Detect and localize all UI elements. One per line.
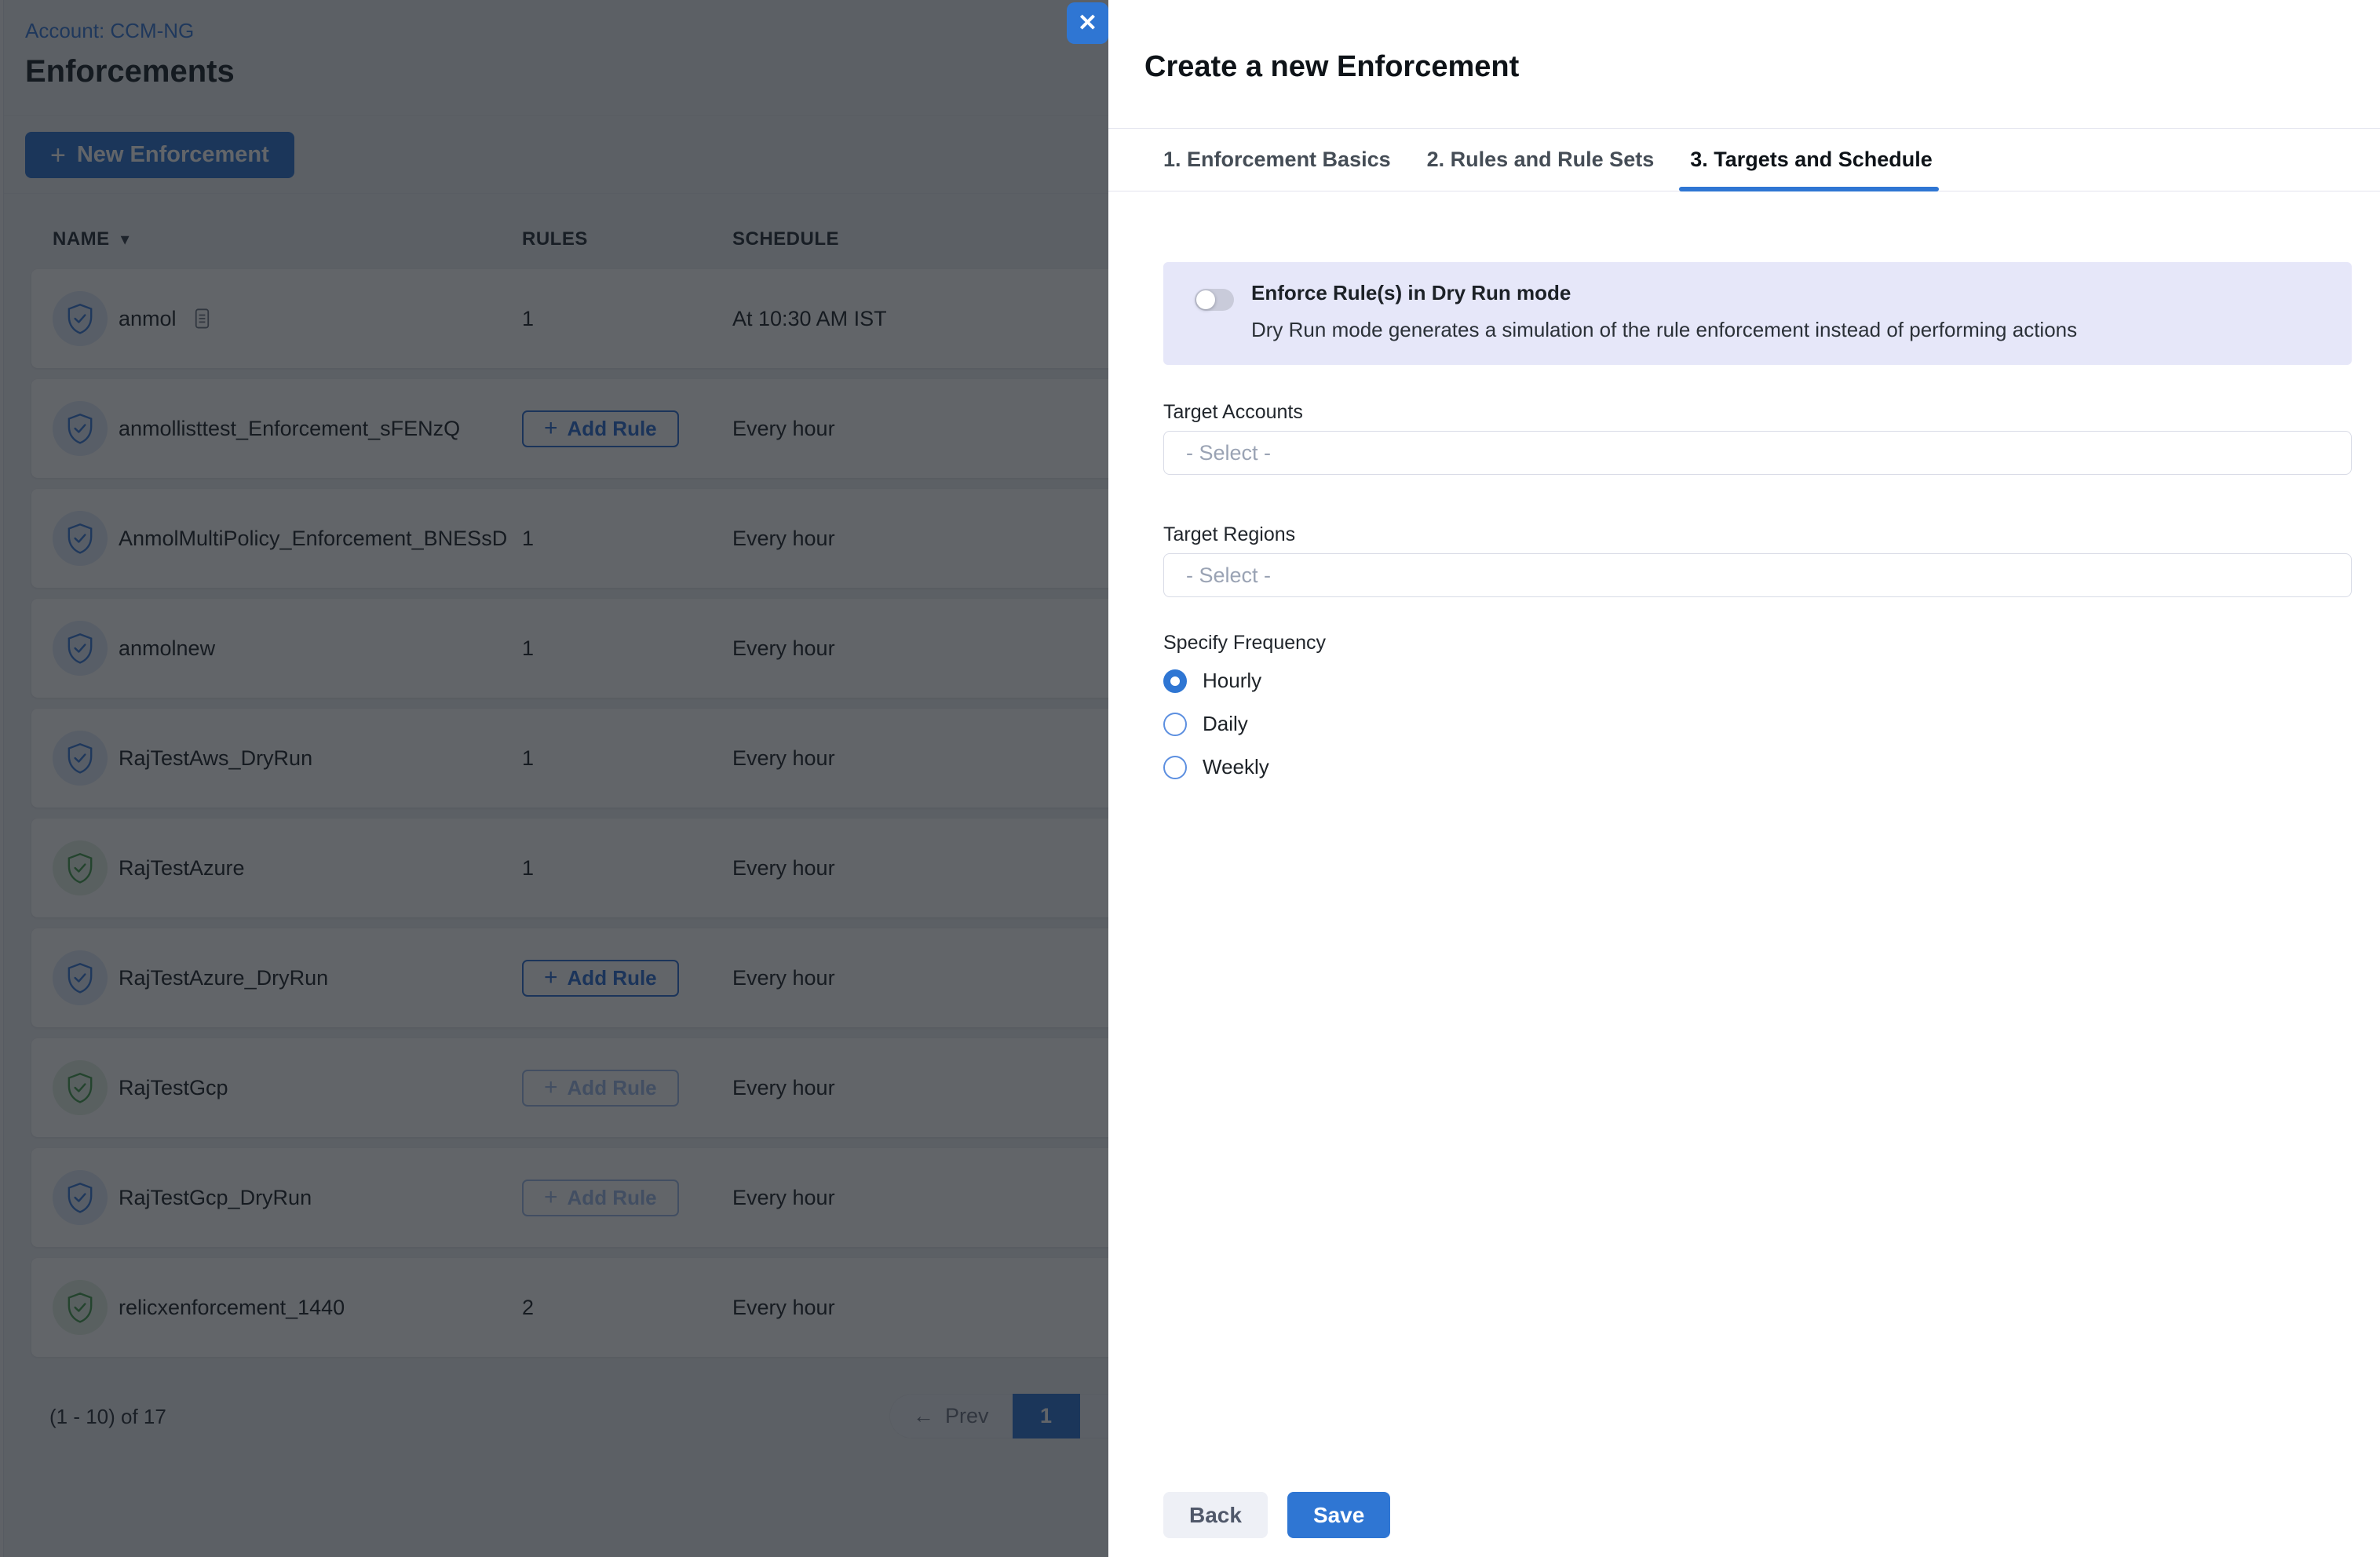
- save-button[interactable]: Save: [1287, 1492, 1390, 1538]
- close-icon[interactable]: ✕: [1067, 2, 1108, 44]
- drawer-footer: Back Save: [1163, 1492, 1390, 1538]
- dry-run-banner: Enforce Rule(s) in Dry Run mode Dry Run …: [1163, 262, 2352, 365]
- frequency-option-daily[interactable]: Daily: [1163, 712, 2352, 736]
- drawer-header: Create a new Enforcement: [1108, 0, 2380, 129]
- radio-unselected-icon: [1163, 756, 1187, 779]
- frequency-option-hourly[interactable]: Hourly: [1163, 669, 2352, 693]
- radio-selected-icon: [1163, 669, 1187, 693]
- frequency-option-weekly[interactable]: Weekly: [1163, 755, 2352, 779]
- target-regions-select[interactable]: [1163, 553, 2352, 597]
- toggle-knob: [1196, 290, 1215, 309]
- target-regions-label: Target Regions: [1163, 523, 2352, 546]
- drawer-content: Enforce Rule(s) in Dry Run mode Dry Run …: [1108, 191, 2380, 779]
- dry-run-toggle[interactable]: [1195, 289, 1234, 311]
- target-accounts-label: Target Accounts: [1163, 401, 2352, 424]
- dry-run-title: Enforce Rule(s) in Dry Run mode: [1251, 281, 2077, 305]
- tab-enforcement-basics[interactable]: 1. Enforcement Basics: [1163, 129, 1391, 191]
- radio-unselected-icon: [1163, 713, 1187, 736]
- specify-frequency-label: Specify Frequency: [1163, 632, 2352, 655]
- tab-targets-and-schedule[interactable]: 3. Targets and Schedule: [1690, 129, 1933, 191]
- create-enforcement-drawer: ✕ Create a new Enforcement 1. Enforcemen…: [1108, 0, 2380, 1557]
- tab-rules-and-rule-sets[interactable]: 2. Rules and Rule Sets: [1427, 129, 1655, 191]
- frequency-radio-group: Hourly Daily Weekly: [1163, 669, 2352, 779]
- target-accounts-select[interactable]: [1163, 431, 2352, 475]
- back-button[interactable]: Back: [1163, 1492, 1268, 1538]
- drawer-title: Create a new Enforcement: [1144, 50, 2342, 84]
- dry-run-description: Dry Run mode generates a simulation of t…: [1251, 318, 2077, 342]
- drawer-tabs: 1. Enforcement Basics 2. Rules and Rule …: [1108, 129, 2380, 191]
